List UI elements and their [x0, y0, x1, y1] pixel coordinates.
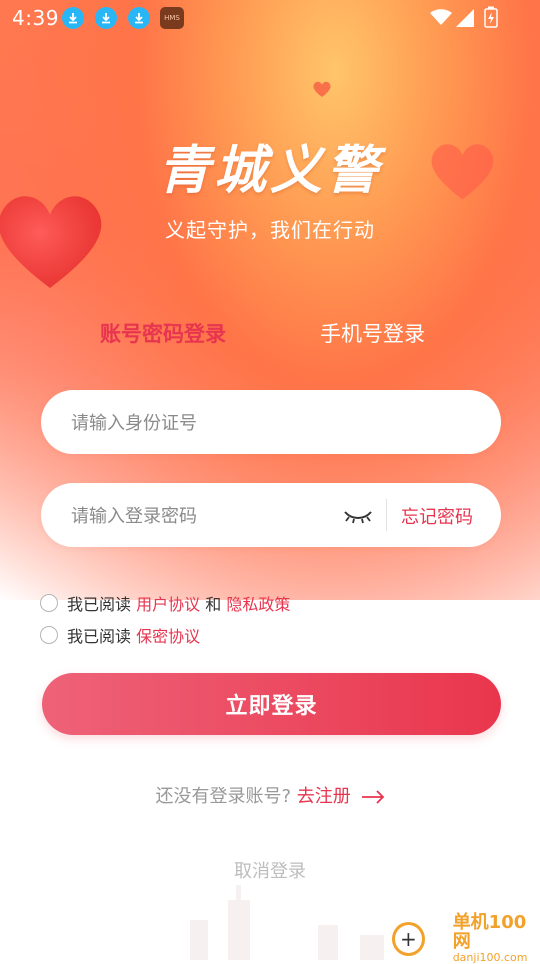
agreement-prefix: 我已阅读	[67, 627, 132, 646]
watermark-plus-icon: +	[392, 922, 425, 956]
watermark-text: 单机100网	[452, 912, 527, 953]
field-divider	[386, 499, 387, 531]
register-prompt: 还没有登录账号?	[155, 786, 292, 807]
download-notification-icon	[62, 7, 84, 29]
forgot-password-link[interactable]: 忘记密码	[401, 503, 473, 529]
agree-confidentiality-checkbox[interactable]	[40, 626, 58, 644]
heart-decoration-small	[313, 81, 331, 97]
agreement-row-confidentiality: 我已阅读 保密协议	[40, 623, 200, 647]
app-logo-title: 青城义警	[157, 141, 382, 201]
privacy-policy-link[interactable]: 隐私政策	[226, 591, 290, 615]
app-logo: 青城义警	[0, 128, 540, 203]
arrow-right-icon[interactable]	[361, 790, 385, 804]
user-agreement-link[interactable]: 用户协议	[136, 591, 200, 615]
watermark-url: danji100.com	[452, 951, 528, 964]
hms-icon: HMS	[160, 7, 184, 29]
confidentiality-agreement-link[interactable]: 保密协议	[136, 623, 200, 647]
status-bar: 4:39 HMS	[0, 0, 540, 36]
login-button[interactable]: 立即登录	[42, 673, 501, 735]
download-notification-icon	[128, 7, 150, 29]
watermark-logo: + 单机100网 danji100.com	[392, 913, 540, 963]
id-number-input[interactable]	[69, 390, 473, 456]
tab-phone-login[interactable]: 手机号登录	[320, 318, 425, 348]
battery-charging-icon	[484, 6, 498, 28]
agree-privacy-checkbox[interactable]	[40, 594, 58, 612]
register-row: 还没有登录账号? 去注册	[0, 782, 540, 808]
eye-closed-icon[interactable]	[343, 503, 373, 527]
app-slogan: 义起守护，我们在行动	[165, 218, 375, 242]
id-number-field	[41, 390, 501, 456]
status-time: 4:39	[12, 6, 59, 30]
signal-icon	[456, 9, 474, 27]
agreement-row-privacy: 我已阅读 用户协议 和 隐私政策	[40, 591, 290, 615]
agreement-prefix: 我已阅读	[67, 595, 132, 614]
register-link[interactable]: 去注册	[297, 786, 351, 807]
tab-account-password-login[interactable]: 账号密码登录	[100, 318, 226, 348]
wifi-icon	[430, 9, 452, 25]
password-field: 忘记密码	[41, 483, 501, 549]
agreement-conjunction: 和	[205, 595, 222, 614]
download-notification-icon	[95, 7, 117, 29]
password-input[interactable]	[69, 483, 333, 549]
